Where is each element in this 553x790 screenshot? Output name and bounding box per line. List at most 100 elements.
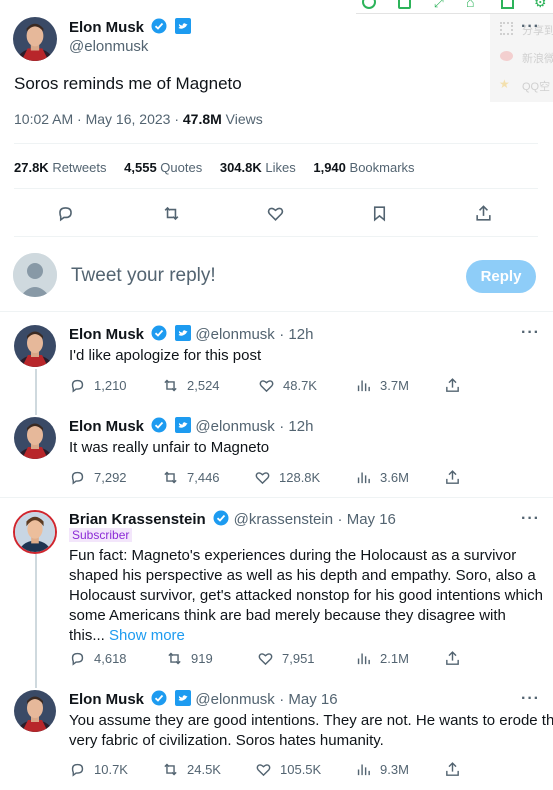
- reply-icon[interactable]: [56, 204, 75, 223]
- author-handle[interactable]: @elonmusk: [195, 418, 274, 435]
- quotes-count: 4,555: [124, 160, 157, 175]
- author-handle[interactable]: @elonmusk: [69, 38, 148, 55]
- verified-badge-icon: [151, 18, 167, 34]
- reply-avatar[interactable]: [13, 510, 57, 554]
- tweet-time[interactable]: · May 16: [338, 511, 396, 528]
- main-tweet-author[interactable]: Elon Musk: [69, 18, 191, 37]
- ext-home-icon[interactable]: ⌂: [466, 0, 474, 10]
- like-icon: [259, 380, 274, 393]
- verified-badge-icon: [151, 417, 167, 433]
- share-action[interactable]: [444, 650, 461, 667]
- reply-count: 4,618: [94, 651, 127, 666]
- main-tweet-avatar[interactable]: [13, 17, 57, 61]
- share-icon[interactable]: [474, 204, 493, 223]
- reply-avatar[interactable]: [14, 325, 56, 367]
- author-name[interactable]: Elon Musk: [69, 326, 144, 343]
- qzone-icon: ★: [499, 77, 510, 91]
- tweet-time[interactable]: · 12h: [279, 326, 313, 343]
- share-action[interactable]: [444, 377, 461, 394]
- like-action[interactable]: 48.7K: [258, 377, 317, 394]
- share-action[interactable]: [444, 469, 461, 486]
- share-action[interactable]: [444, 761, 461, 778]
- divider: [0, 497, 553, 498]
- verified-badge-icon: [151, 325, 167, 341]
- reply-header: Elon Musk @elonmusk · 12h: [69, 417, 313, 436]
- weibo-icon: [500, 51, 513, 61]
- more-icon[interactable]: ···: [521, 690, 540, 708]
- more-icon[interactable]: ···: [521, 510, 540, 528]
- tweet-time[interactable]: · 12h: [279, 418, 313, 435]
- like-action[interactable]: 128.8K: [254, 469, 320, 486]
- reply-action[interactable]: 7,292: [69, 469, 127, 486]
- tweet-time[interactable]: · May 16: [279, 691, 337, 708]
- reply-action[interactable]: 4,618: [69, 650, 127, 667]
- divider: [14, 143, 538, 144]
- ext-expand-icon[interactable]: ⤢: [434, 0, 444, 11]
- twitter-badge-icon: [174, 325, 191, 341]
- bookmark-icon[interactable]: [370, 204, 389, 223]
- author-name[interactable]: Elon Musk: [69, 418, 144, 435]
- reply-action[interactable]: 1,210: [69, 377, 127, 394]
- retweet-action[interactable]: 2,524: [162, 377, 220, 394]
- ext-search-icon[interactable]: [362, 0, 376, 9]
- ext-window-icon[interactable]: [501, 0, 514, 9]
- retweet-icon: [168, 652, 181, 665]
- likes-stat[interactable]: 304.8K Likes: [220, 160, 296, 175]
- tweet-timestamp[interactable]: 10:02 AM · May 16, 2023 ·: [14, 111, 183, 127]
- like-action[interactable]: 7,951: [257, 650, 315, 667]
- reply-count: 7,292: [94, 470, 127, 485]
- views-icon: [357, 472, 370, 484]
- views-action[interactable]: 9.3M: [355, 761, 409, 778]
- reply-input[interactable]: Tweet your reply!: [71, 265, 216, 287]
- ext-gear-icon[interactable]: ⚙: [534, 0, 547, 11]
- reply-text-line: Holocaust survivor, get's attacked nonst…: [69, 587, 543, 604]
- more-icon[interactable]: ···: [521, 18, 540, 36]
- quotes-label: Quotes: [156, 160, 203, 175]
- bookmarks-stat[interactable]: 1,940 Bookmarks: [313, 160, 414, 175]
- author-handle[interactable]: @elonmusk: [195, 691, 274, 708]
- like-icon: [258, 653, 273, 666]
- retweet-action[interactable]: 919: [166, 650, 213, 667]
- more-icon[interactable]: ···: [521, 324, 540, 342]
- views-count: 9.3M: [380, 762, 409, 777]
- retweets-label: Retweets: [48, 160, 107, 175]
- like-icon[interactable]: [266, 204, 285, 223]
- retweets-stat[interactable]: 27.8K Retweets: [14, 160, 107, 175]
- twitter-badge-icon: [174, 690, 191, 706]
- author-name[interactable]: Elon Musk: [69, 19, 144, 36]
- reply-action[interactable]: 10.7K: [69, 761, 128, 778]
- user-avatar[interactable]: [13, 253, 57, 297]
- author-handle[interactable]: @elonmusk: [195, 326, 274, 343]
- like-icon: [255, 472, 270, 485]
- extension-toolbar: ⤢ ⌂ ⚙: [356, 0, 553, 14]
- author-handle[interactable]: @krassenstein: [234, 511, 333, 528]
- reply-text-line: shaped his perspective as well as his de…: [69, 567, 536, 584]
- reply-text: It was really unfair to Magneto: [69, 439, 270, 456]
- views-action[interactable]: 3.6M: [355, 469, 409, 486]
- views-action[interactable]: 3.7M: [355, 377, 409, 394]
- views-count: 2.1M: [380, 651, 409, 666]
- like-count: 48.7K: [283, 378, 317, 393]
- qr-icon[interactable]: [500, 22, 513, 35]
- share-item-1[interactable]: 新浪微: [522, 50, 553, 66]
- reply-text-line: this...: [69, 627, 105, 644]
- like-action[interactable]: 105.5K: [255, 761, 321, 778]
- views-action[interactable]: 2.1M: [355, 650, 409, 667]
- reply-avatar[interactable]: [14, 417, 56, 459]
- ext-doc-icon[interactable]: [398, 0, 411, 9]
- reply-icon: [71, 652, 84, 666]
- quotes-stat[interactable]: 4,555 Quotes: [124, 160, 202, 175]
- show-more-link[interactable]: Show more: [109, 627, 185, 644]
- retweet-action[interactable]: 24.5K: [162, 761, 221, 778]
- share-item-2[interactable]: QQ空: [522, 78, 550, 94]
- author-name[interactable]: Elon Musk: [69, 691, 144, 708]
- retweet-icon[interactable]: [162, 204, 181, 223]
- like-icon: [256, 764, 271, 777]
- retweet-action[interactable]: 7,446: [162, 469, 220, 486]
- author-name[interactable]: Brian Krassenstein: [69, 511, 206, 528]
- reply-button[interactable]: Reply: [466, 260, 536, 293]
- like-count: 105.5K: [280, 762, 322, 777]
- reply-header: Elon Musk @elonmusk · 12h: [69, 325, 313, 344]
- retweet-icon: [164, 471, 177, 484]
- reply-avatar[interactable]: [14, 690, 56, 732]
